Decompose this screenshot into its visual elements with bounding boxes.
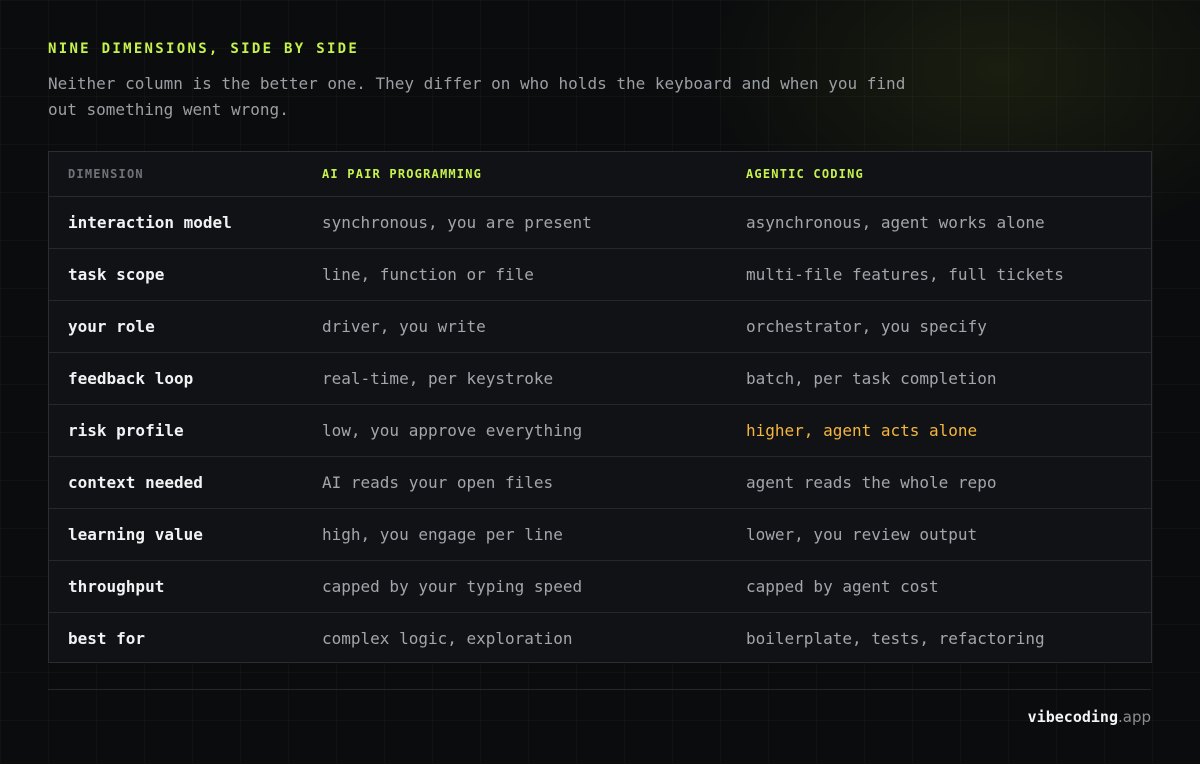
table-row: learning value high, you engage per line… <box>49 509 1151 561</box>
agentic-coding-cell: capped by agent cost <box>746 577 939 596</box>
agentic-coding-cell-highlighted: higher, agent acts alone <box>746 421 978 440</box>
dimension-cell: risk profile <box>68 421 184 440</box>
dimension-cell: task scope <box>68 265 165 284</box>
dimension-cell: best for <box>68 629 146 648</box>
agentic-coding-cell: orchestrator, you specify <box>746 317 987 336</box>
dimension-cell: feedback loop <box>68 369 194 388</box>
table-row: task scope line, function or file multi-… <box>49 249 1151 301</box>
agentic-coding-cell: batch, per task completion <box>746 369 997 388</box>
table-row: throughput capped by your typing speed c… <box>49 561 1151 613</box>
comparison-table: DIMENSION AI PAIR PROGRAMMING AGENTIC CO… <box>48 151 1152 663</box>
table-row: feedback loop real-time, per keystroke b… <box>49 353 1151 405</box>
table-header: DIMENSION AI PAIR PROGRAMMING AGENTIC CO… <box>49 152 1151 197</box>
footer-divider <box>48 689 1151 690</box>
table-row: best for complex logic, exploration boil… <box>49 613 1151 665</box>
pair-programming-cell: complex logic, exploration <box>322 629 573 648</box>
pair-programming-cell: AI reads your open files <box>322 473 554 492</box>
table-row: interaction model synchronous, you are p… <box>49 197 1151 249</box>
column-header-dimension: DIMENSION <box>68 167 144 181</box>
table-row: your role driver, you write orchestrator… <box>49 301 1151 353</box>
agentic-coding-cell: lower, you review output <box>746 525 978 544</box>
pair-programming-cell: synchronous, you are present <box>322 213 592 232</box>
brand-name: vibecoding <box>1027 708 1118 726</box>
brand-tld: .app <box>1117 708 1151 726</box>
dimension-cell: context needed <box>68 473 203 492</box>
agentic-coding-cell: boilerplate, tests, refactoring <box>746 629 1045 648</box>
dimension-cell: interaction model <box>68 213 232 232</box>
section-eyebrow: NINE DIMENSIONS, SIDE BY SIDE <box>48 41 360 57</box>
table-row: risk profile low, you approve everything… <box>49 405 1151 457</box>
column-header-agentic-coding: AGENTIC CODING <box>746 167 864 181</box>
column-header-ai-pair-programming: AI PAIR PROGRAMMING <box>322 167 483 181</box>
agentic-coding-cell: agent reads the whole repo <box>746 473 997 492</box>
pair-programming-cell: high, you engage per line <box>322 525 563 544</box>
dimension-cell: throughput <box>68 577 165 596</box>
pair-programming-cell: driver, you write <box>322 317 486 336</box>
pair-programming-cell: capped by your typing speed <box>322 577 583 596</box>
pair-programming-cell: real-time, per keystroke <box>322 369 554 388</box>
pair-programming-cell: low, you approve everything <box>322 421 583 440</box>
brand-wordmark: vibecoding.app <box>1028 708 1151 726</box>
section-subtitle: Neither column is the better one. They d… <box>48 74 906 119</box>
agentic-coding-cell: asynchronous, agent works alone <box>746 213 1045 232</box>
agentic-coding-cell: multi-file features, full tickets <box>746 265 1064 284</box>
pair-programming-cell: line, function or file <box>322 265 534 284</box>
dimension-cell: learning value <box>68 525 203 544</box>
dimension-cell: your role <box>68 317 155 336</box>
table-row: context needed AI reads your open files … <box>49 457 1151 509</box>
